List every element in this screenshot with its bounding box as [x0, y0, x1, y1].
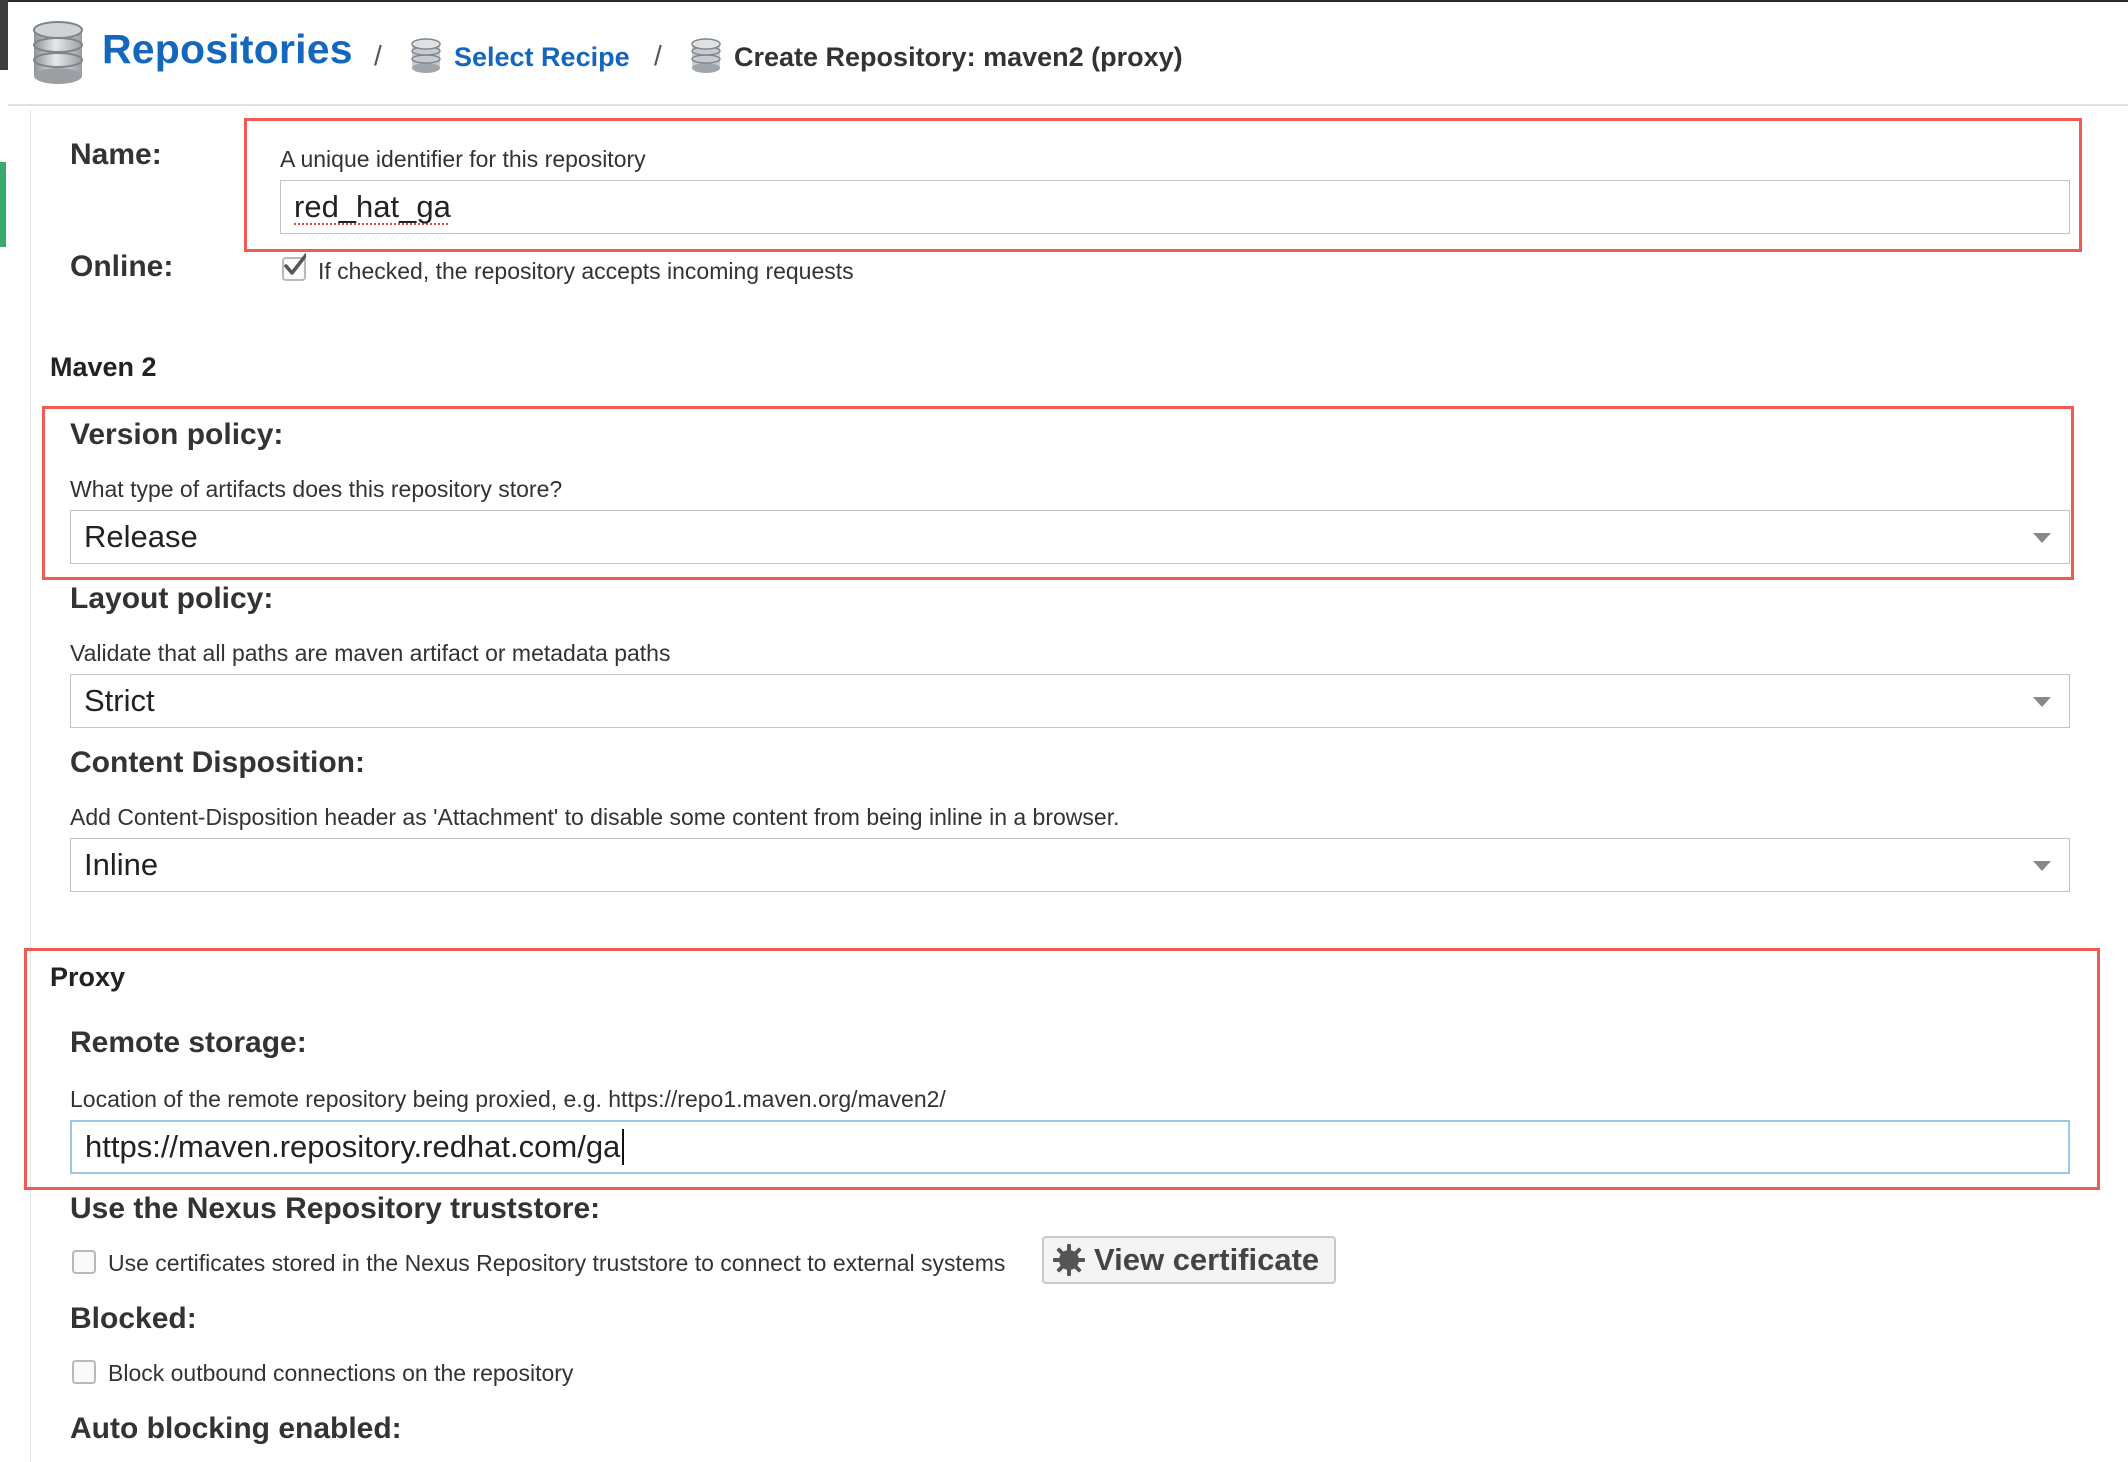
blocked-label: Blocked: — [70, 1302, 197, 1335]
highlight-box-name — [244, 118, 2082, 252]
highlight-box-version-policy — [42, 406, 2074, 580]
breadcrumb-select-recipe-link[interactable]: Select Recipe — [454, 42, 630, 73]
online-help: If checked, the repository accepts incom… — [318, 258, 854, 284]
blocked-help: Block outbound connections on the reposi… — [108, 1360, 574, 1386]
highlight-box-proxy — [24, 948, 2100, 1190]
layout-policy-label: Layout policy: — [70, 582, 274, 615]
layout-policy-help: Validate that all paths are maven artifa… — [70, 640, 671, 666]
online-label: Online: — [70, 250, 174, 283]
left-nav-active-indicator — [0, 162, 6, 247]
content-disposition-help: Add Content-Disposition header as 'Attac… — [70, 804, 1120, 830]
view-certificate-button[interactable]: View certificate — [1042, 1236, 1336, 1284]
layout-policy-select[interactable]: Strict — [70, 674, 2070, 728]
blocked-checkbox[interactable] — [72, 1360, 96, 1384]
maven-section-title: Maven 2 — [50, 352, 157, 382]
auto-blocking-label: Auto blocking enabled: — [70, 1412, 402, 1445]
online-checkbox[interactable] — [282, 253, 306, 281]
database-icon — [410, 38, 442, 74]
database-icon — [690, 38, 722, 74]
content-disposition-select[interactable]: Inline — [70, 838, 2070, 892]
chevron-down-icon — [2033, 861, 2051, 871]
content-left-divider — [30, 110, 31, 1462]
database-icon — [30, 20, 86, 86]
name-label: Name: — [70, 138, 162, 171]
chevron-down-icon — [2033, 697, 2051, 707]
breadcrumb-separator: / — [374, 40, 382, 71]
view-certificate-label: View certificate — [1094, 1242, 1320, 1277]
content-disposition-value: Inline — [84, 847, 159, 882]
left-nav-edge — [0, 0, 8, 70]
checkmark-icon — [284, 253, 306, 275]
content-disposition-label: Content Disposition: — [70, 746, 365, 779]
top-border — [0, 0, 2128, 2]
truststore-label: Use the Nexus Repository truststore: — [70, 1192, 601, 1225]
breadcrumb-separator: / — [654, 40, 662, 71]
breadcrumb-current-page: Create Repository: maven2 (proxy) — [734, 42, 1183, 72]
breadcrumb-repositories-link[interactable]: Repositories — [102, 26, 353, 73]
truststore-help: Use certificates stored in the Nexus Rep… — [108, 1250, 1006, 1276]
header-divider — [8, 104, 2128, 106]
gear-icon — [1053, 1244, 1085, 1276]
layout-policy-value: Strict — [84, 683, 155, 718]
truststore-checkbox[interactable] — [72, 1250, 96, 1274]
